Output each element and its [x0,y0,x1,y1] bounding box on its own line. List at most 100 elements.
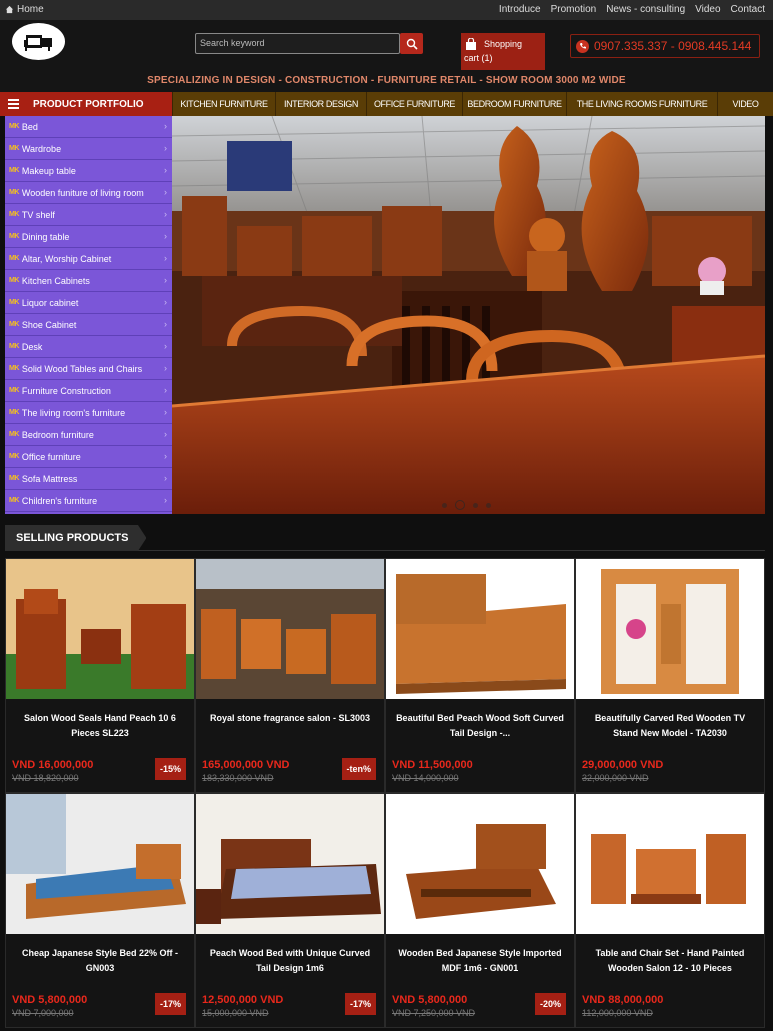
top-bar: Home Introduce Promotion News - consulti… [0,0,773,20]
category-label: Altar, Worship Cabinet [21,253,112,264]
chevron-right-icon: › [164,385,167,395]
category-item[interactable]: MK Bed › [5,116,172,138]
site-logo[interactable] [12,23,65,60]
category-item[interactable]: MK Desk › [5,336,172,358]
product-name[interactable]: Royal stone fragrance salon - SL3003 [204,711,376,745]
category-item[interactable]: MK Dining table › [5,226,172,248]
product-image[interactable] [6,559,194,699]
category-sidebar: MK Bed › MK Wardrobe › MK Makeup table › MK Wooden… [5,116,172,514]
chevron-right-icon: › [164,275,167,285]
slider-dot-active[interactable] [455,500,465,510]
product-image[interactable] [576,559,764,699]
chevron-right-icon: › [164,473,167,483]
category-item[interactable]: MK Liquor cabinet › [5,292,172,314]
menu-icon [8,99,19,109]
top-link-contact[interactable]: Contact [731,4,765,15]
product-image[interactable] [196,794,384,934]
nav-kitchen-furniture[interactable]: KITCHEN FURNITURE [172,92,275,116]
chevron-right-icon: › [164,341,167,351]
category-label: Children's furniture [21,495,98,506]
top-link-promotion[interactable]: Promotion [551,4,597,15]
category-item[interactable]: MK Altar, Worship Cabinet › [5,248,172,270]
product-name[interactable]: Table and Chair Set - Hand Painted Woode… [584,946,756,980]
slider-dot[interactable] [442,502,447,508]
product-name[interactable]: Beautiful Bed Peach Wood Soft Curved Tai… [394,711,566,745]
slider-dot[interactable] [486,502,491,508]
category-item[interactable]: MK Wooden funiture of living room › [5,182,172,204]
nav-video[interactable]: VIDEO [717,92,773,116]
product-name[interactable]: Salon Wood Seals Hand Peach 10 6 Pieces … [14,711,186,745]
shopping-cart-button[interactable]: Shopping cart (1) [461,33,545,70]
product-image[interactable] [6,794,194,934]
product-card[interactable]: Salon Wood Seals Hand Peach 10 6 Pieces … [5,558,195,793]
category-item[interactable]: MK Bedroom furniture › [5,424,172,446]
category-bullet-icon: MK [9,343,19,350]
top-link-video[interactable]: Video [695,4,720,15]
product-price: VND 5,800,000 [12,994,88,1006]
category-item[interactable]: MK Shoe Cabinet › [5,314,172,336]
chevron-right-icon: › [164,209,167,219]
product-name[interactable]: Peach Wood Bed with Unique Curved Tail D… [204,946,376,980]
discount-badge: -20% [534,993,566,1015]
product-image[interactable] [196,559,384,699]
slider-dot[interactable] [473,502,478,508]
hotline[interactable]: 0907.335.337 - 0908.445.144 [570,34,760,58]
product-card[interactable]: Cheap Japanese Style Bed 22% Off - GN003… [5,793,195,1028]
nav-living-rooms-furniture[interactable]: THE LIVING ROOMS FURNITURE [566,92,717,116]
product-card[interactable]: Wooden Bed Japanese Style Imported MDF 1… [385,793,575,1028]
home-label: Home [17,4,44,15]
nav-office-furniture[interactable]: OFFICE FURNITURE [366,92,462,116]
category-bullet-icon: MK [9,365,19,372]
product-price: 12,500,000 VND [202,994,284,1006]
product-old-price: 32,000,000 VND [582,773,649,783]
category-bullet-icon: MK [9,123,19,130]
cart-count: cart (1) [464,53,493,63]
product-card[interactable]: Beautifully Carved Red Wooden TV Stand N… [575,558,765,793]
product-image[interactable] [576,794,764,934]
home-link[interactable]: Home [5,4,44,15]
nav-bedroom-furniture[interactable]: BEDROOM FURNITURE [462,92,566,116]
product-image[interactable] [386,559,574,699]
category-bullet-icon: MK [9,145,19,152]
product-card[interactable]: Royal stone fragrance salon - SL3003 165,… [195,558,385,793]
category-bullet-icon: MK [9,189,19,196]
category-label: TV shelf [21,209,55,220]
product-card[interactable]: Beautiful Bed Peach Wood Soft Curved Tai… [385,558,575,793]
product-card[interactable]: Peach Wood Bed with Unique Curved Tail D… [195,793,385,1028]
product-old-price: VND 18,820,000 [12,773,79,783]
chevron-right-icon: › [164,451,167,461]
slider-dots [442,500,491,510]
category-label: Furniture Construction [21,385,111,396]
product-card[interactable]: Table and Chair Set - Hand Painted Woode… [575,793,765,1028]
category-item[interactable]: MK TV shelf › [5,204,172,226]
product-old-price: 183,330,000 VND [202,773,274,783]
category-item[interactable]: MK Children's furniture › [5,490,172,512]
discount-badge: -17% [344,993,376,1015]
category-item[interactable]: MK Makeup table › [5,160,172,182]
category-item[interactable]: MK Solid Wood Tables and Chairs › [5,358,172,380]
category-item[interactable]: MK Kitchen Cabinets › [5,270,172,292]
category-item[interactable]: MK The living room's furniture › [5,402,172,424]
search-input[interactable]: Search keyword [195,33,400,54]
category-bullet-icon: MK [9,475,19,482]
search-button[interactable] [400,33,423,54]
product-old-price: VND 7,250,000 VND [392,1008,476,1018]
top-link-news[interactable]: News - consulting [606,4,685,15]
product-image[interactable] [386,794,574,934]
product-name[interactable]: Wooden Bed Japanese Style Imported MDF 1… [394,946,566,980]
product-name[interactable]: Cheap Japanese Style Bed 22% Off - GN003 [14,946,186,980]
product-name[interactable]: Beautifully Carved Red Wooden TV Stand N… [584,711,756,745]
top-link-introduce[interactable]: Introduce [499,4,541,15]
showroom-banner[interactable] [172,116,765,514]
category-item[interactable]: MK Sofa Mattress › [5,468,172,490]
main-nav: PRODUCT PORTFOLIO KITCHEN FURNITURE INTE… [0,92,773,116]
product-portfolio-button[interactable]: PRODUCT PORTFOLIO [0,92,172,116]
category-label: Office furniture [21,451,81,462]
nav-interior-design[interactable]: INTERIOR DESIGN [275,92,366,116]
category-bullet-icon: MK [9,255,19,262]
category-item[interactable]: MK Office furniture › [5,446,172,468]
category-item[interactable]: MK Furniture Construction › [5,380,172,402]
category-item[interactable]: MK Wardrobe › [5,138,172,160]
search-icon [406,38,418,50]
product-price: VND 5,800,000 [392,994,468,1006]
